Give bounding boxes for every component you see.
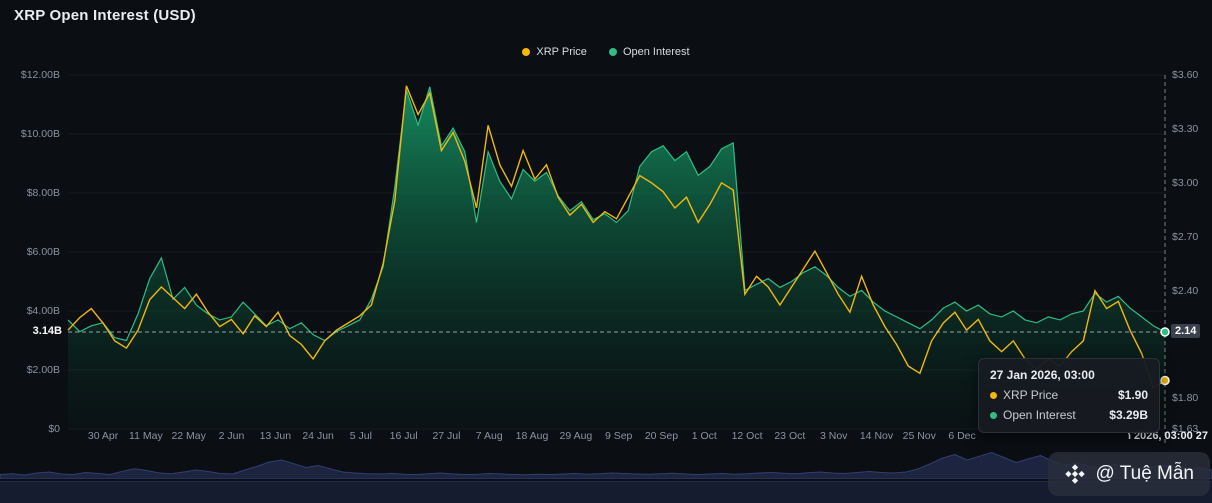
watermark: @ Tuệ Mẫn [1047, 452, 1210, 496]
xrp-price-latest-marker [1160, 375, 1170, 386]
open-interest-dot-icon [990, 411, 997, 419]
open-interest-latest-marker [1160, 327, 1170, 337]
chart-tooltip: 27 Jan 2026, 03:00 XRP Price $1.90 Open … [978, 358, 1160, 433]
navigator-area [0, 451, 1212, 479]
tooltip-label: XRP Price [1003, 388, 1059, 402]
price-latest-badge: 2.14 [1171, 323, 1201, 338]
zoom-scrollbar[interactable] [0, 481, 1212, 503]
watermark-text: @ Tuệ Mẫn [1095, 463, 1195, 484]
xrp-open-interest-page: XRP Open Interest (USD) XRP Price Open I… [0, 0, 1212, 503]
open-interest-latest-badge: 3.14B [32, 324, 62, 337]
tooltip-date: 27 Jan 2026, 03:00 [990, 368, 1095, 382]
tooltip-value: $1.90 [1117, 388, 1148, 402]
range-navigator[interactable] [0, 448, 1212, 479]
tooltip-label: Open Interest [1003, 408, 1076, 422]
tooltip-value: $3.29B [1109, 408, 1148, 422]
binance-diamond-icon [1064, 464, 1085, 484]
xrp-price-dot-icon [990, 391, 997, 399]
tooltip-row-open-interest: Open Interest $3.29B [990, 408, 1148, 422]
tooltip-row-xrp-price: XRP Price $1.90 [990, 388, 1148, 402]
